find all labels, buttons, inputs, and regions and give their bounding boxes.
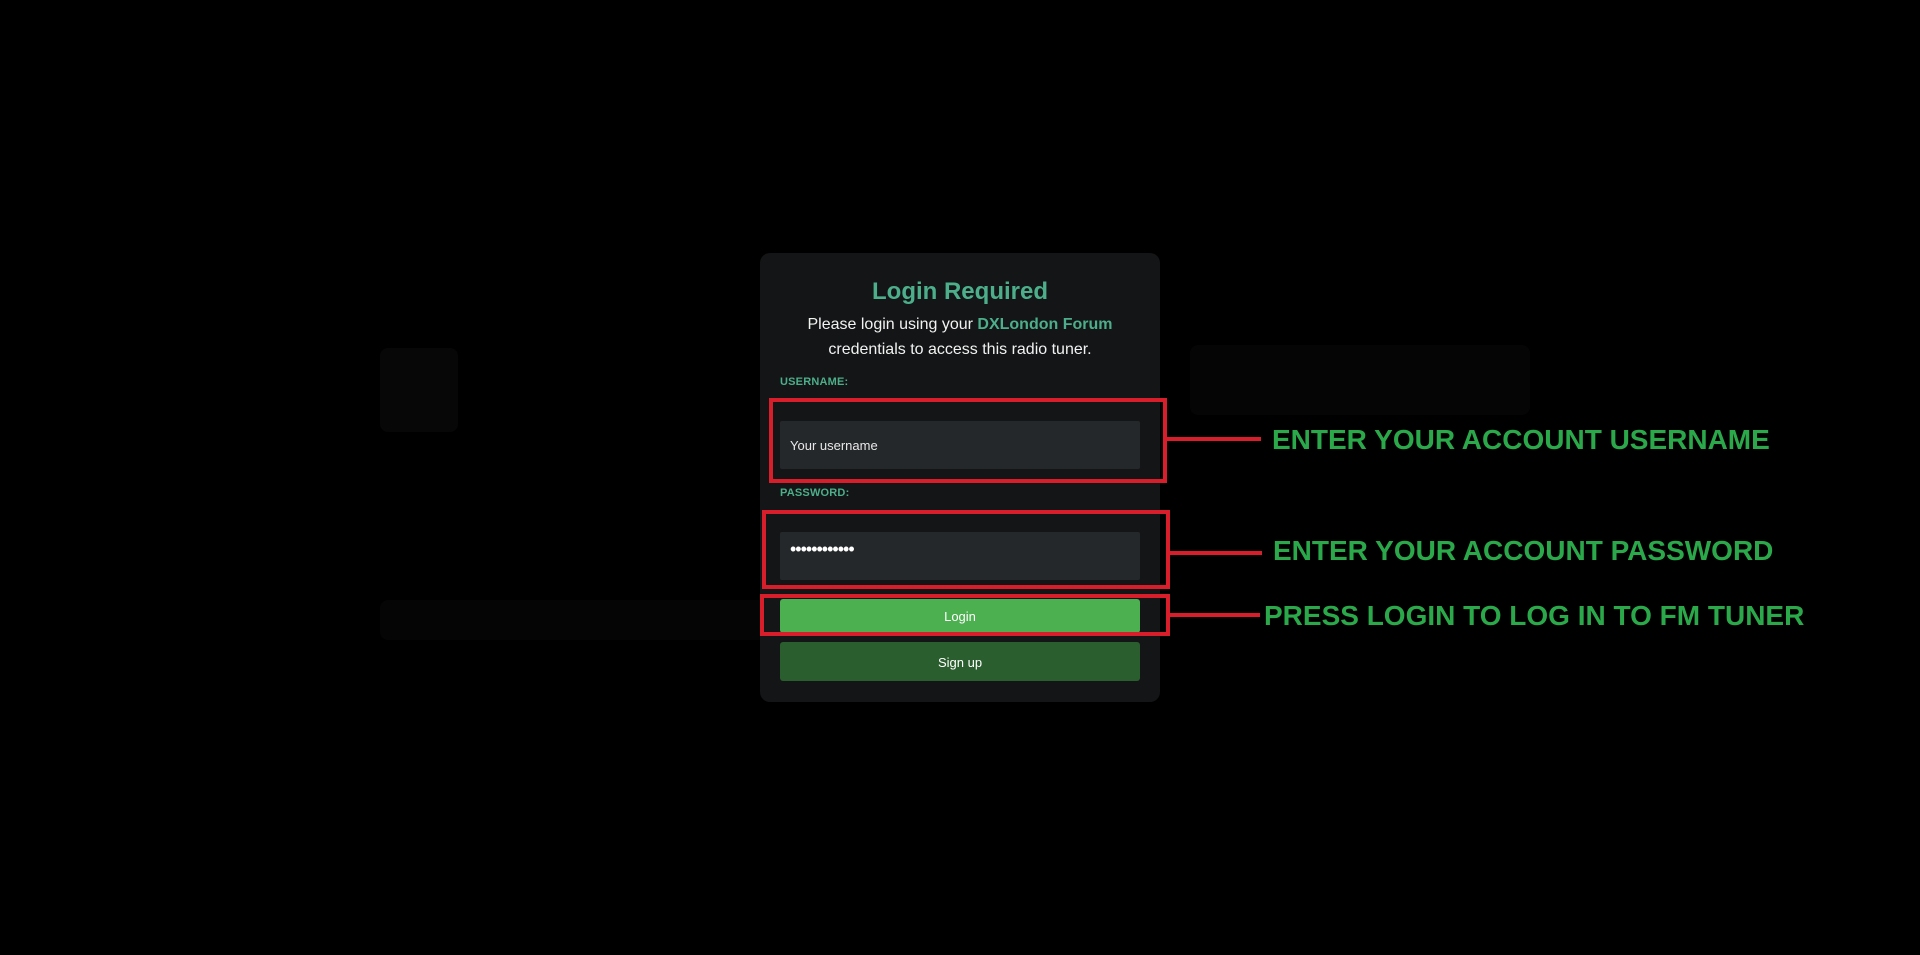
login-callout-line [1170, 613, 1260, 617]
password-callout-line [1170, 551, 1262, 555]
username-highlight-box [769, 398, 1167, 483]
page-stage: Login Required Please login using your D… [0, 0, 1920, 955]
background-panel [380, 348, 458, 432]
username-label: USERNAME: [780, 376, 849, 388]
password-annotation: ENTER YOUR ACCOUNT PASSWORD [1273, 535, 1774, 566]
password-highlight-box [762, 510, 1170, 589]
username-annotation: ENTER YOUR ACCOUNT USERNAME [1272, 424, 1770, 455]
modal-title: Login Required [872, 278, 1048, 305]
signup-button[interactable]: Sign up [780, 642, 1140, 681]
description-text-end: credentials to access this radio tuner. [828, 341, 1092, 358]
username-callout-line [1167, 437, 1261, 441]
description-text: Please login using your [807, 316, 978, 333]
password-label: PASSWORD: [780, 487, 850, 499]
login-highlight-box [760, 594, 1170, 636]
modal-description: Please login using your DXLondon Forum c… [780, 312, 1140, 362]
login-annotation: PRESS LOGIN TO LOG IN TO FM TUNER [1264, 600, 1805, 631]
forum-link[interactable]: DXLondon Forum [977, 316, 1112, 333]
background-panel [1190, 345, 1530, 415]
